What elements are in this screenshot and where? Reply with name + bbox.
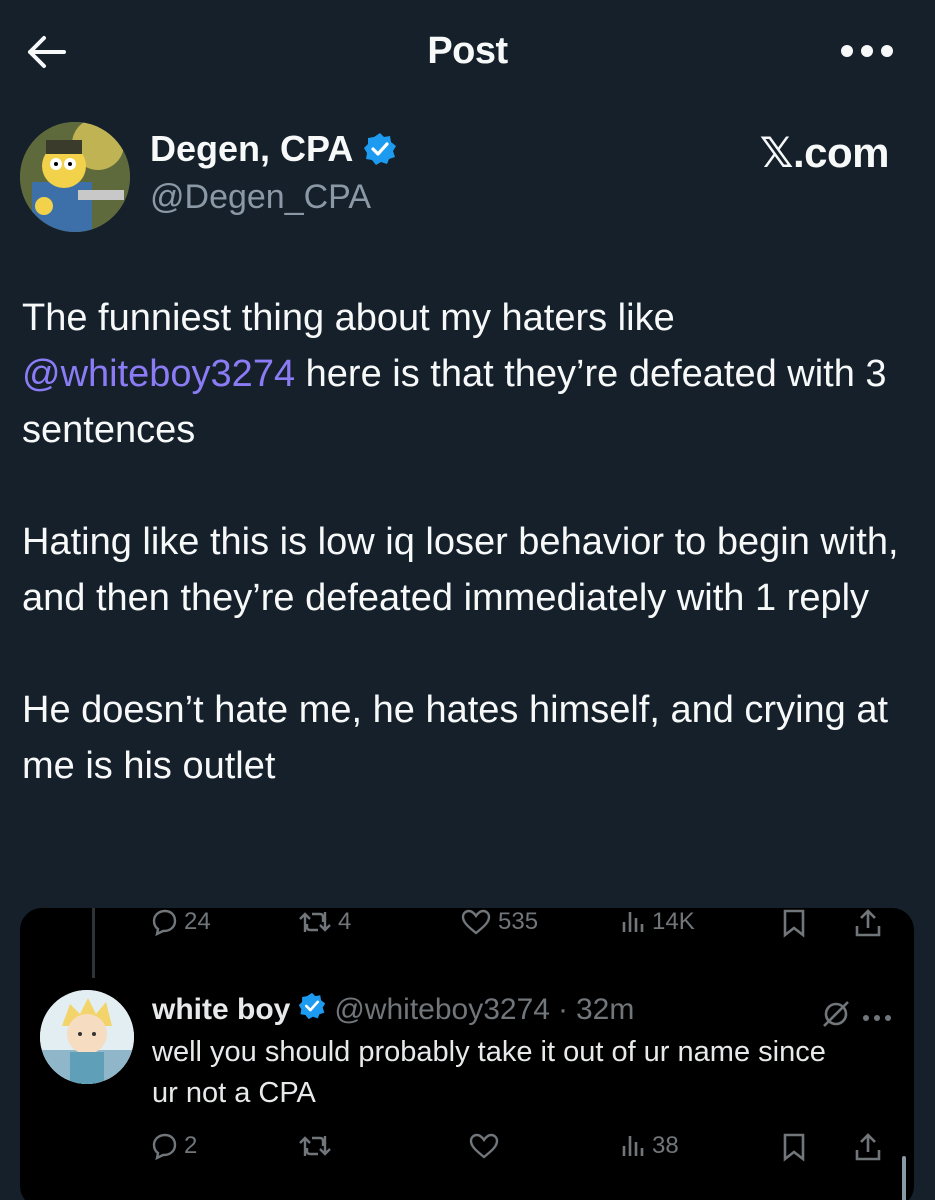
- reply-action-bar: 2 38: [150, 1132, 900, 1164]
- repost-icon: [299, 1136, 331, 1156]
- views-action[interactable]: 38: [620, 1132, 679, 1160]
- share-action[interactable]: [854, 1132, 882, 1162]
- repost-icon: [299, 912, 331, 932]
- author-handle[interactable]: @Degen_CPA: [150, 178, 371, 217]
- more-horizontal-icon[interactable]: [862, 1010, 892, 1028]
- page-title: Post: [427, 30, 508, 72]
- author-name-text: Degen, CPA: [150, 128, 354, 169]
- reply-icon: [152, 1133, 177, 1160]
- like-count: 535: [498, 908, 539, 935]
- post-paragraph-3: He doesn’t hate me, he hates himself, an…: [22, 689, 889, 787]
- like-icon: [469, 1133, 499, 1159]
- post-line-1: The funniest thing about my haters like: [22, 297, 675, 339]
- post-paragraph-2: Hating like this is low iq loser behavio…: [22, 521, 899, 619]
- parent-action-bar: 24 4 535 14K: [150, 908, 900, 938]
- reply-count: 2: [184, 1132, 198, 1159]
- author-name[interactable]: Degen, CPA: [150, 128, 397, 170]
- bookmark-icon: [783, 1133, 805, 1162]
- post-page: Post Degen, CPA @Degen_CPA 𝕏.com The fun…: [0, 0, 935, 1200]
- verified-badge-icon: [363, 132, 397, 166]
- repost-action[interactable]: [298, 1132, 332, 1160]
- reply-header: white boy @whiteboy3274 · 32m: [152, 992, 634, 1028]
- thread-line: [92, 908, 95, 978]
- reply-author-avatar[interactable]: [40, 990, 134, 1084]
- share-action[interactable]: [854, 908, 882, 938]
- bookmark-icon: [783, 909, 805, 938]
- scrollbar[interactable]: [902, 1156, 906, 1200]
- post-paragraph-1: The funniest thing about my haters like @…: [22, 290, 912, 458]
- reply-author-handle[interactable]: @whiteboy3274: [334, 993, 550, 1027]
- separator-dot: ·: [557, 993, 568, 1026]
- post-text: The funniest thing about my haters like @…: [22, 290, 912, 794]
- more-horizontal-icon[interactable]: [839, 38, 895, 64]
- views-icon: [622, 912, 644, 932]
- bookmark-action[interactable]: [780, 908, 808, 938]
- reply-author-name[interactable]: white boy: [152, 993, 290, 1027]
- views-count: 14K: [652, 908, 695, 935]
- brand-watermark: 𝕏.com: [759, 129, 890, 176]
- muted-icon[interactable]: [820, 998, 852, 1035]
- top-bar: Post: [0, 0, 935, 100]
- like-icon: [461, 909, 491, 935]
- views-action[interactable]: 14K: [620, 908, 695, 936]
- share-icon: [855, 1133, 881, 1161]
- repost-action[interactable]: 4: [298, 908, 351, 936]
- reply-action[interactable]: 2: [150, 1132, 197, 1160]
- verified-badge-icon: [298, 992, 326, 1028]
- reply-icon: [152, 909, 177, 936]
- reply-count: 24: [184, 908, 211, 935]
- like-action[interactable]: 535: [460, 908, 538, 936]
- views-count: 38: [652, 1132, 679, 1159]
- author-avatar[interactable]: [20, 122, 130, 232]
- repost-count: 4: [338, 908, 352, 935]
- embedded-reply-screenshot: 24 4 535 14K white boy @whiteboy3274 · 3…: [20, 908, 914, 1200]
- reply-text: well you should probably take it out of …: [152, 1036, 826, 1109]
- share-icon: [855, 909, 881, 937]
- views-icon: [622, 1136, 644, 1156]
- reply-timestamp[interactable]: 32m: [576, 993, 634, 1027]
- like-action[interactable]: [468, 1132, 500, 1160]
- bookmark-action[interactable]: [780, 1132, 808, 1162]
- mention-link[interactable]: @whiteboy3274: [22, 353, 295, 395]
- reply-action[interactable]: 24: [150, 908, 211, 936]
